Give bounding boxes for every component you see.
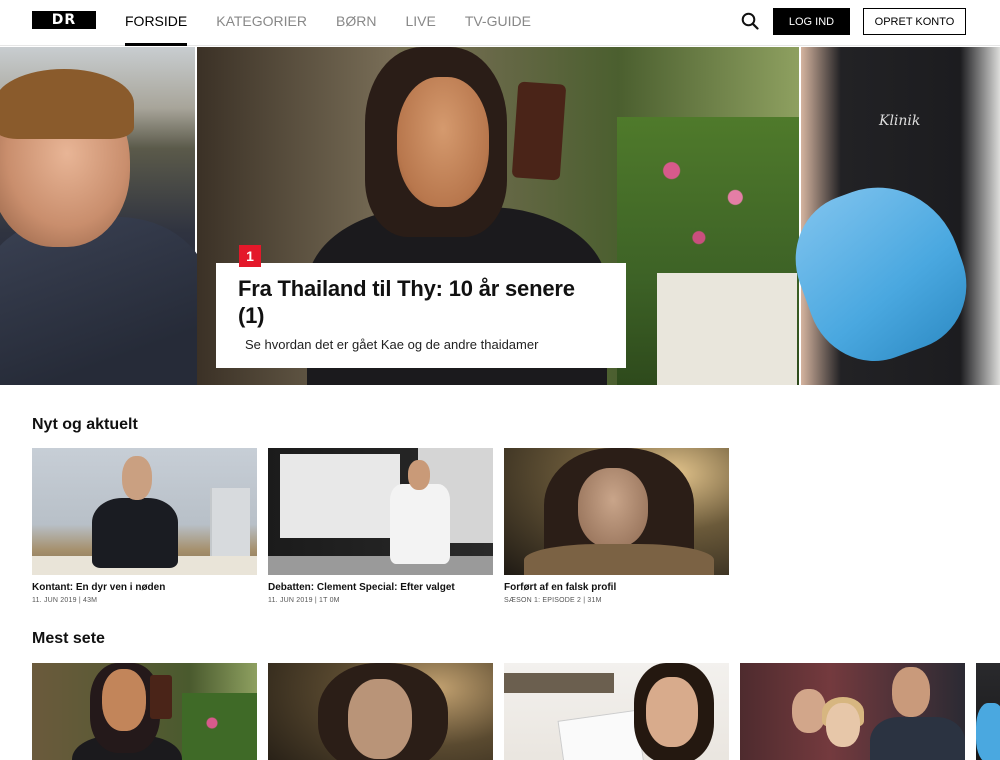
- hero-slide-next[interactable]: Klinik: [776, 47, 1000, 385]
- most-viewed-card-3[interactable]: [504, 663, 729, 760]
- most-viewed-thumbnail[interactable]: [32, 663, 257, 760]
- thumb-person-3: [892, 667, 930, 717]
- most-viewed-card-1[interactable]: [32, 663, 257, 760]
- news-card-3[interactable]: Forført af en falsk profil SÆSON 1: EPIS…: [504, 448, 729, 604]
- most-viewed-thumbnail[interactable]: [976, 663, 1000, 760]
- nav-item-live[interactable]: LIVE: [405, 0, 435, 46]
- hero-rank-badge: 1: [239, 245, 261, 267]
- hero-subtitle: Se hvordan det er gået Kae og de andre t…: [245, 337, 539, 352]
- hero-left-image-hair: [0, 69, 134, 139]
- thumb-person-face: [646, 677, 698, 747]
- thumb-shelf: [504, 673, 614, 693]
- nav-item-boern[interactable]: BØRN: [336, 0, 376, 46]
- news-card-thumbnail[interactable]: [268, 448, 493, 575]
- section-title-news[interactable]: Nyt og aktuelt: [32, 416, 138, 434]
- most-viewed-card-5-partial[interactable]: [976, 663, 1000, 760]
- thumb-person-coat: [524, 544, 714, 575]
- news-card-meta: 11. JUN 2019 | 1T 0M: [268, 597, 340, 604]
- thumb-person-head: [122, 456, 152, 500]
- hero-center-image-face: [397, 77, 489, 207]
- thumb-flowers: [182, 693, 257, 760]
- thumb-cabinet: [210, 488, 250, 558]
- news-card-title[interactable]: Debatten: Clement Special: Efter valget: [268, 582, 493, 593]
- thumb-phone: [150, 675, 172, 719]
- news-card-title[interactable]: Kontant: En dyr ven i nøden: [32, 582, 257, 593]
- hero-right-brand-text: Klinik: [879, 113, 921, 129]
- thumb-person-body: [390, 484, 450, 564]
- hero-center-image-pot: [657, 273, 797, 385]
- thumb-floor: [268, 556, 493, 575]
- news-card-title[interactable]: Forført af en falsk profil: [504, 582, 729, 593]
- most-viewed-thumbnail[interactable]: [504, 663, 729, 760]
- hero-title[interactable]: Fra Thailand til Thy: 10 år senere (1): [238, 275, 604, 329]
- signup-button[interactable]: OPRET KONTO: [863, 8, 966, 35]
- hero-right-image-glove: [776, 164, 986, 380]
- thumb-window: [280, 454, 400, 538]
- news-card-thumbnail[interactable]: [32, 448, 257, 575]
- thumb-person-face: [102, 669, 146, 731]
- most-viewed-thumbnail[interactable]: [740, 663, 965, 760]
- news-card-thumbnail[interactable]: [504, 448, 729, 575]
- news-card-1[interactable]: Kontant: En dyr ven i nøden 11. JUN 2019…: [32, 448, 257, 604]
- hero-center-image-phone: [511, 81, 567, 181]
- thumb-person-face: [348, 679, 412, 759]
- most-viewed-card-4[interactable]: [740, 663, 965, 760]
- news-card-meta: 11. JUN 2019 | 43M: [32, 597, 98, 604]
- news-card-2[interactable]: Debatten: Clement Special: Efter valget …: [268, 448, 493, 604]
- thumb-person-body: [92, 498, 178, 568]
- thumb-person-1: [792, 689, 826, 733]
- top-header: DR FORSIDE KATEGORIER BØRN LIVE TV-GUIDE…: [0, 0, 1000, 46]
- nav-item-forside[interactable]: FORSIDE: [125, 0, 188, 46]
- search-icon[interactable]: [741, 12, 759, 30]
- news-card-meta: SÆSON 1: EPISODE 2 | 31M: [504, 597, 602, 604]
- thumb-person-head: [408, 460, 430, 490]
- hero-slide-previous[interactable]: [0, 47, 210, 385]
- login-button[interactable]: LOG IND: [773, 8, 850, 35]
- nav-item-kategorier[interactable]: KATEGORIER: [216, 0, 307, 46]
- thumb-person-2: [826, 703, 860, 747]
- thumb-person-face: [578, 468, 648, 548]
- dr-logo[interactable]: DR: [32, 11, 96, 29]
- main-nav: FORSIDE KATEGORIER BØRN LIVE TV-GUIDE: [125, 0, 560, 46]
- most-viewed-card-2[interactable]: [268, 663, 493, 760]
- most-viewed-thumbnail[interactable]: [268, 663, 493, 760]
- hero-info-card[interactable]: Fra Thailand til Thy: 10 år senere (1) S…: [216, 263, 626, 368]
- section-title-most-viewed[interactable]: Mest sete: [32, 630, 105, 648]
- thumb-person-3-suit: [870, 717, 965, 760]
- thumb-glove: [976, 703, 1000, 760]
- nav-item-tv-guide[interactable]: TV-GUIDE: [465, 0, 531, 46]
